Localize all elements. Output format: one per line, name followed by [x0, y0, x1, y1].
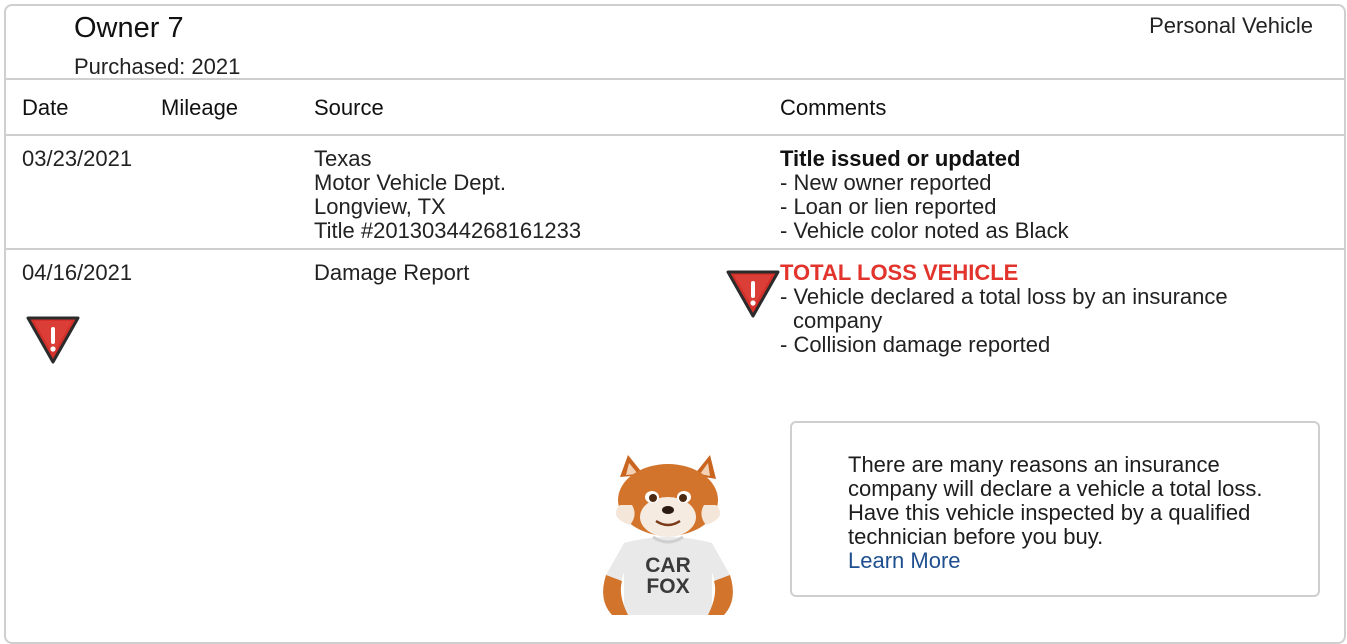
warning-triangle-icon: [724, 266, 782, 325]
source-line: Title #20130344268161233: [314, 218, 582, 243]
vehicle-type-label: Personal Vehicle: [1149, 13, 1313, 38]
source-line: Motor Vehicle Dept.: [314, 170, 506, 195]
total-loss-info-box: There are many reasons an insurance comp…: [790, 421, 1320, 597]
comment-line: - Vehicle color noted as Black: [780, 218, 1069, 243]
column-header-comments: Comments: [780, 95, 887, 120]
row-date: 03/23/2021: [22, 146, 133, 171]
column-header-mileage: Mileage: [161, 95, 239, 120]
info-text: There are many reasons an insurance comp…: [848, 452, 1263, 549]
owner-title: Owner 7: [74, 12, 184, 44]
carfox-mascot-image: CAR FOX: [598, 455, 738, 620]
row-source: Damage Report: [314, 261, 469, 285]
warning-triangle-icon: [24, 312, 82, 371]
divider: [4, 134, 1346, 136]
column-header-source: Source: [314, 95, 384, 120]
source-line: Texas: [314, 146, 372, 171]
comment-line: - New owner reported: [780, 170, 992, 195]
column-header-date: Date: [22, 95, 69, 120]
source-line: Longview, TX: [314, 194, 446, 219]
row-comments: TOTAL LOSS VEHICLE - Vehicle declared a …: [780, 261, 1228, 357]
divider: [4, 248, 1346, 250]
shirt-text-fox: FOX: [646, 575, 689, 598]
shirt-text-car: CAR: [645, 554, 691, 577]
comment-line: - Loan or lien reported: [780, 194, 997, 219]
comment-title: Title issued or updated: [780, 146, 1021, 171]
row-source: Texas Motor Vehicle Dept. Longview, TX T…: [314, 147, 581, 243]
total-loss-alert: TOTAL LOSS VEHICLE: [780, 260, 1019, 285]
comment-line: company: [793, 308, 883, 333]
divider: [4, 78, 1346, 80]
learn-more-link[interactable]: Learn More: [848, 548, 961, 573]
purchased-year: Purchased: 2021: [74, 54, 241, 79]
comment-line: - Collision damage reported: [780, 332, 1051, 357]
row-comments: Title issued or updated - New owner repo…: [780, 147, 1069, 243]
info-text-container: There are many reasons an insurance comp…: [848, 453, 1268, 573]
source-line: Damage Report: [314, 260, 470, 285]
row-date: 04/16/2021: [22, 260, 133, 285]
comment-line: - Vehicle declared a total loss by an in…: [780, 284, 1228, 309]
